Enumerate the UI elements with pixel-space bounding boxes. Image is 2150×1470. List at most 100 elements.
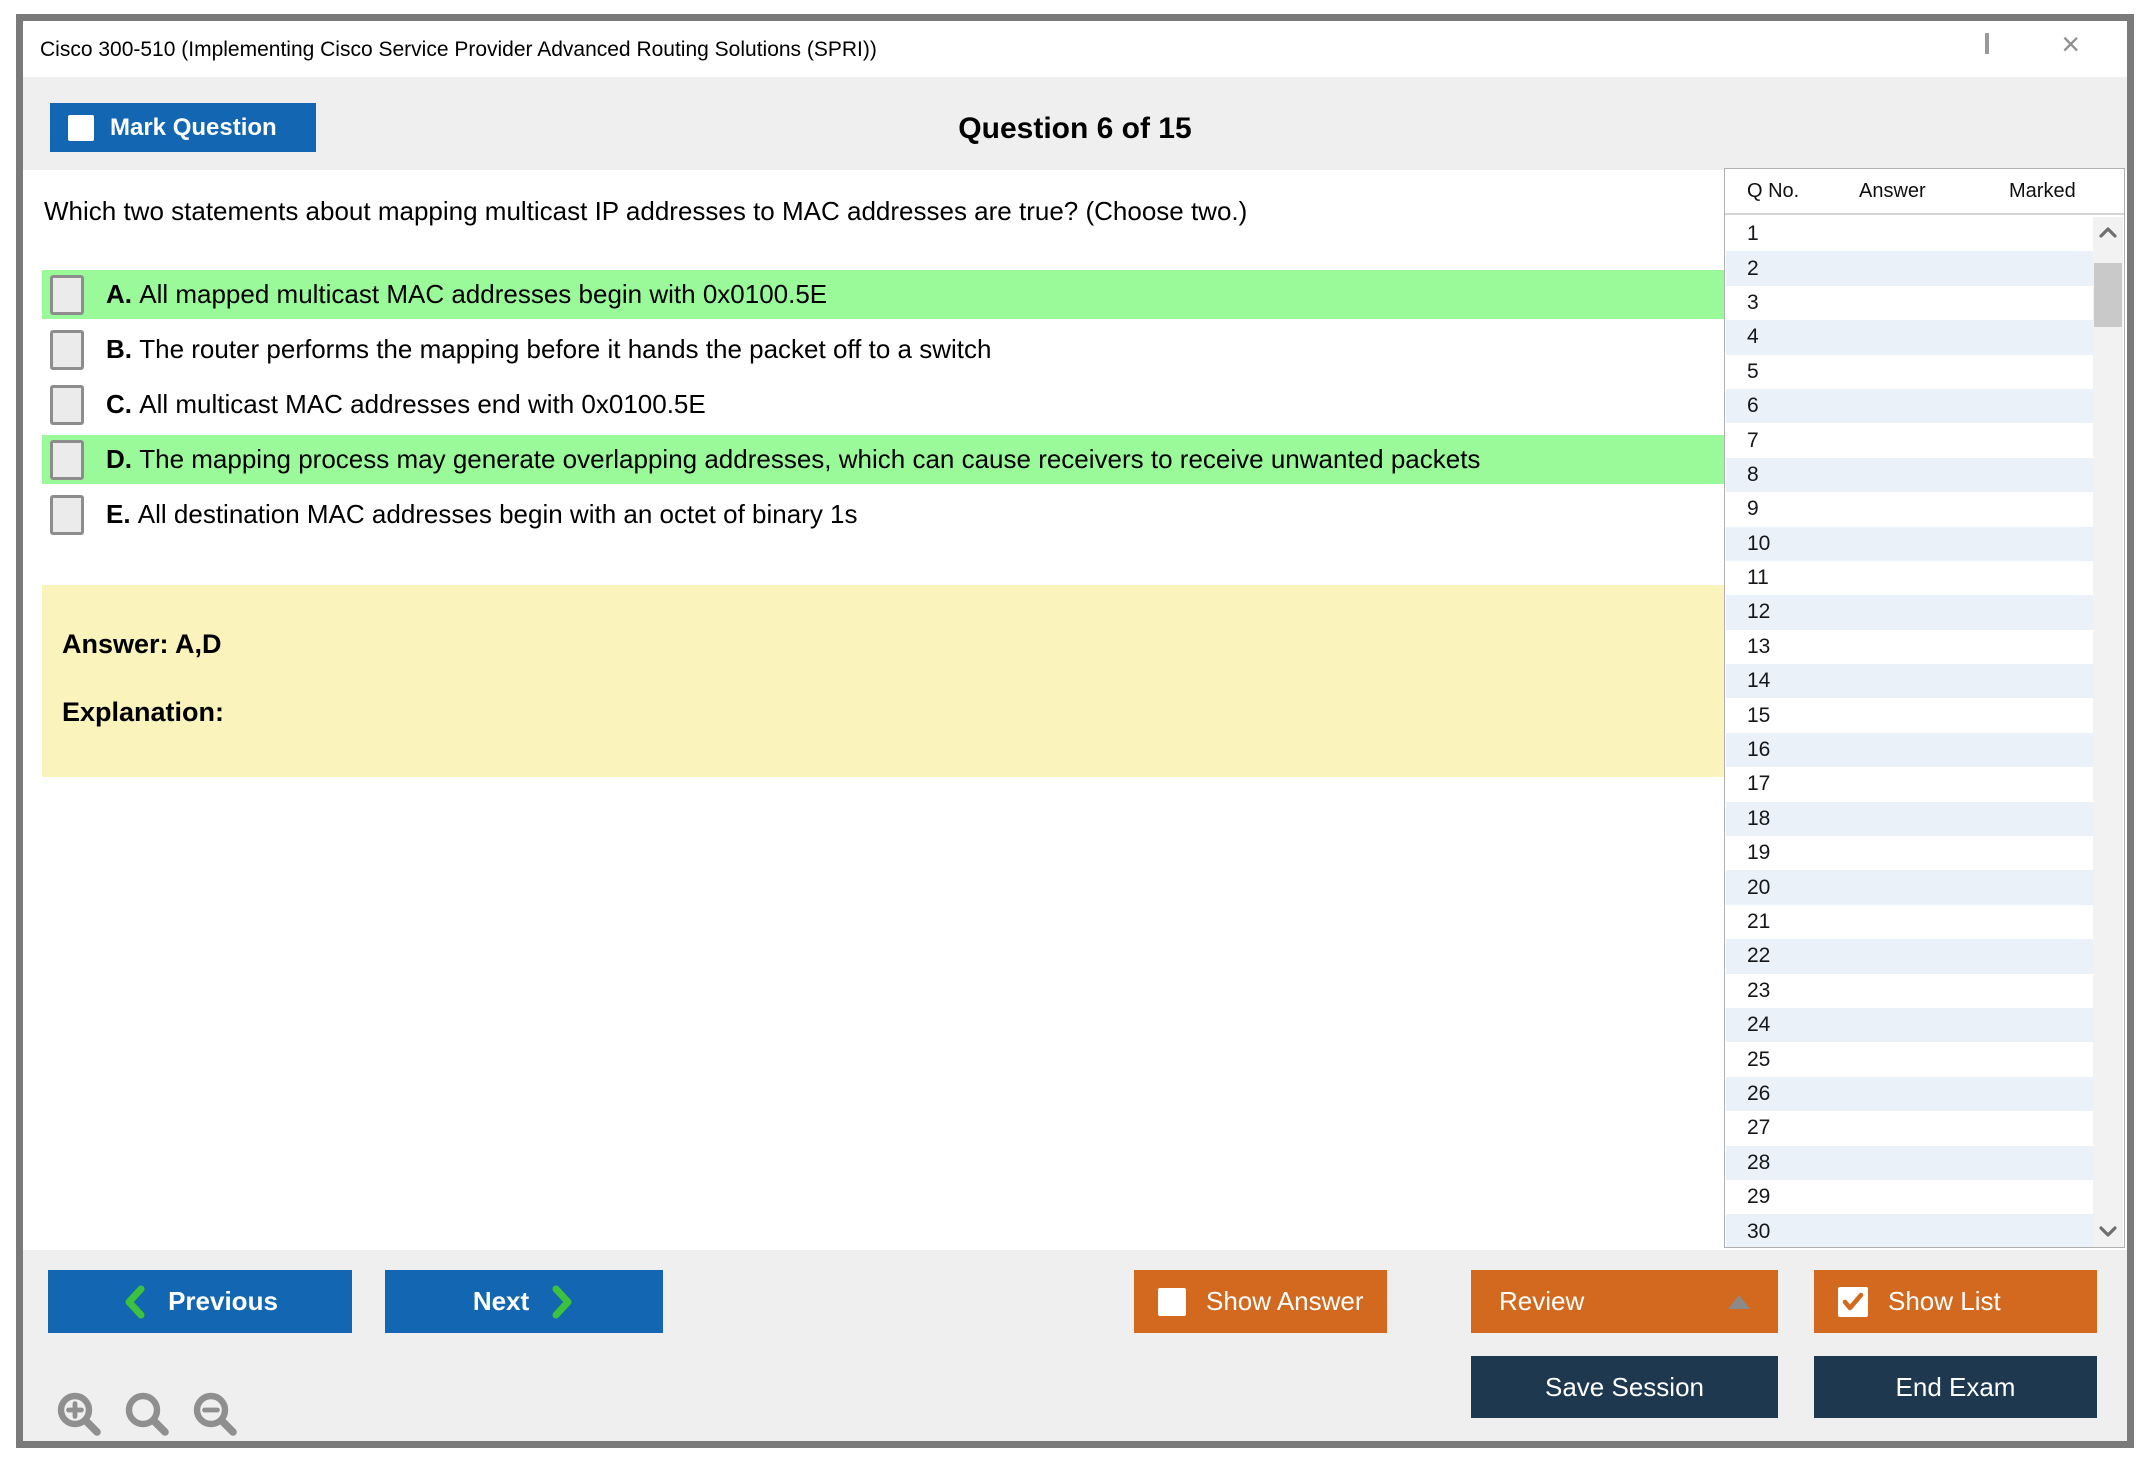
row-question-number: 2 — [1747, 256, 1759, 280]
question-list-row[interactable]: 27 — [1726, 1111, 2094, 1145]
review-button[interactable]: Review — [1471, 1270, 1778, 1333]
question-list-row[interactable]: 14 — [1726, 664, 2094, 699]
question-list-row[interactable]: 11 — [1726, 561, 2094, 595]
question-list-row[interactable]: 3 — [1726, 286, 2094, 320]
show-answer-label: Show Answer — [1206, 1286, 1364, 1316]
row-question-number: 13 — [1747, 634, 1771, 658]
window-controls: × — [1913, 28, 2080, 60]
answer-option[interactable]: C. All multicast MAC addresses end with … — [42, 380, 1726, 429]
option-checkbox[interactable] — [50, 494, 84, 535]
row-question-number: 24 — [1747, 1013, 1771, 1037]
question-list-row[interactable]: 8 — [1726, 457, 2094, 493]
row-question-number: 26 — [1747, 1081, 1771, 1105]
scroll-up-icon[interactable] — [2093, 217, 2123, 247]
review-caret-icon — [1728, 1294, 1750, 1309]
option-checkbox[interactable] — [50, 329, 84, 370]
zoom-reset-icon[interactable] — [123, 1390, 171, 1438]
row-question-number: 1 — [1747, 222, 1759, 246]
row-question-number: 11 — [1747, 566, 1769, 590]
row-question-number: 3 — [1747, 290, 1759, 314]
answer-option[interactable]: D. The mapping process may generate over… — [42, 435, 1726, 484]
question-list-row[interactable]: 9 — [1726, 492, 2094, 526]
question-list-row[interactable]: 16 — [1726, 732, 2094, 768]
question-list-scrollbar[interactable] — [2093, 217, 2123, 1247]
option-label: D. The mapping process may generate over… — [106, 444, 1481, 474]
option-checkbox[interactable] — [50, 384, 84, 425]
question-list-row[interactable]: 1 — [1726, 217, 2094, 251]
option-checkbox[interactable] — [50, 274, 84, 315]
zoom-out-icon[interactable] — [191, 1390, 239, 1438]
question-list-row[interactable]: 22 — [1726, 939, 2094, 974]
row-question-number: 27 — [1747, 1116, 1771, 1140]
question-list-row[interactable]: 21 — [1726, 905, 2094, 939]
question-list-row[interactable]: 17 — [1726, 767, 2094, 801]
previous-chevron-icon — [125, 1285, 145, 1318]
show-answer-checkbox-icon[interactable] — [1158, 1287, 1186, 1316]
answer-option[interactable]: A. All mapped multicast MAC addresses be… — [42, 270, 1726, 319]
option-label: B. The router performs the mapping befor… — [106, 334, 992, 364]
question-list-row[interactable]: 20 — [1726, 870, 2094, 905]
question-list-row[interactable]: 5 — [1726, 355, 2094, 389]
next-label: Next — [472, 1286, 530, 1316]
save-session-label: Save Session — [1545, 1371, 1704, 1402]
question-list-row[interactable]: 2 — [1726, 251, 2094, 286]
row-question-number: 12 — [1747, 600, 1771, 624]
question-list-row[interactable]: 19 — [1726, 836, 2094, 870]
question-list-row[interactable]: 7 — [1726, 423, 2094, 457]
show-list-label: Show List — [1888, 1286, 2001, 1316]
row-question-number: 20 — [1747, 875, 1771, 899]
question-list-row[interactable]: 30 — [1726, 1214, 2094, 1247]
scroll-down-icon[interactable] — [2093, 1217, 2123, 1247]
end-exam-label: End Exam — [1895, 1371, 2016, 1402]
question-list-row[interactable]: 6 — [1726, 388, 2094, 424]
maximize-icon[interactable] — [1985, 33, 1990, 54]
option-checkbox[interactable] — [50, 439, 84, 480]
show-answer-button[interactable]: Show Answer — [1134, 1270, 1387, 1333]
question-list-row[interactable]: 13 — [1726, 630, 2094, 664]
question-list-row[interactable]: 28 — [1726, 1145, 2094, 1180]
question-list-row[interactable]: 25 — [1726, 1042, 2094, 1076]
column-header-qno: Q No. — [1747, 179, 1800, 202]
row-question-number: 4 — [1747, 325, 1759, 349]
row-question-number: 19 — [1747, 841, 1771, 865]
column-header-marked: Marked — [2009, 179, 2076, 202]
option-label: E. All destination MAC addresses begin w… — [106, 499, 858, 529]
row-question-number: 28 — [1747, 1150, 1771, 1174]
question-list-row[interactable]: 24 — [1726, 1007, 2094, 1043]
row-question-number: 15 — [1747, 703, 1771, 727]
previous-button[interactable]: Previous — [48, 1270, 352, 1333]
question-list-row[interactable]: 29 — [1726, 1180, 2094, 1214]
row-question-number: 30 — [1747, 1219, 1771, 1243]
question-list-row[interactable]: 12 — [1726, 595, 2094, 630]
question-list-row[interactable]: 26 — [1726, 1076, 2094, 1112]
show-list-button[interactable]: Show List — [1814, 1270, 2097, 1333]
row-question-number: 9 — [1747, 497, 1759, 521]
row-question-number: 16 — [1747, 738, 1771, 762]
window-title: Cisco 300-510 (Implementing Cisco Servic… — [40, 38, 877, 61]
show-list-checkbox-icon[interactable] — [1838, 1286, 1868, 1317]
zoom-in-icon[interactable] — [55, 1390, 103, 1438]
answer-option[interactable]: B. The router performs the mapping befor… — [42, 325, 1726, 374]
save-session-button[interactable]: Save Session — [1471, 1356, 1778, 1418]
answer-option[interactable]: E. All destination MAC addresses begin w… — [42, 490, 1726, 539]
close-icon[interactable]: × — [2061, 28, 2080, 60]
question-list-header: Q No. Answer Marked — [1725, 169, 2124, 215]
next-button[interactable]: Next — [385, 1270, 663, 1333]
question-counter: Question 6 of 15 — [958, 112, 1192, 145]
previous-label: Previous — [168, 1286, 278, 1316]
question-list-row[interactable]: 23 — [1726, 974, 2094, 1008]
question-list-row[interactable]: 4 — [1726, 320, 2094, 355]
row-question-number: 8 — [1747, 462, 1759, 486]
row-question-number: 14 — [1747, 669, 1771, 693]
question-list-panel: Q No. Answer Marked 1 2 3 4 5 6 7 8 9 10 11 12 13 14 1… — [1724, 168, 2125, 1248]
explanation-label: Explanation: — [62, 697, 225, 727]
row-question-number: 21 — [1747, 910, 1771, 933]
scrollbar-thumb[interactable] — [2094, 263, 2122, 327]
row-question-number: 29 — [1747, 1185, 1771, 1209]
question-list-row[interactable]: 15 — [1726, 698, 2094, 732]
question-list-row[interactable]: 18 — [1726, 801, 2094, 837]
row-question-number: 18 — [1747, 806, 1771, 830]
question-list-row[interactable]: 10 — [1726, 526, 2094, 561]
row-question-number: 23 — [1747, 978, 1771, 1002]
end-exam-button[interactable]: End Exam — [1814, 1356, 2097, 1418]
